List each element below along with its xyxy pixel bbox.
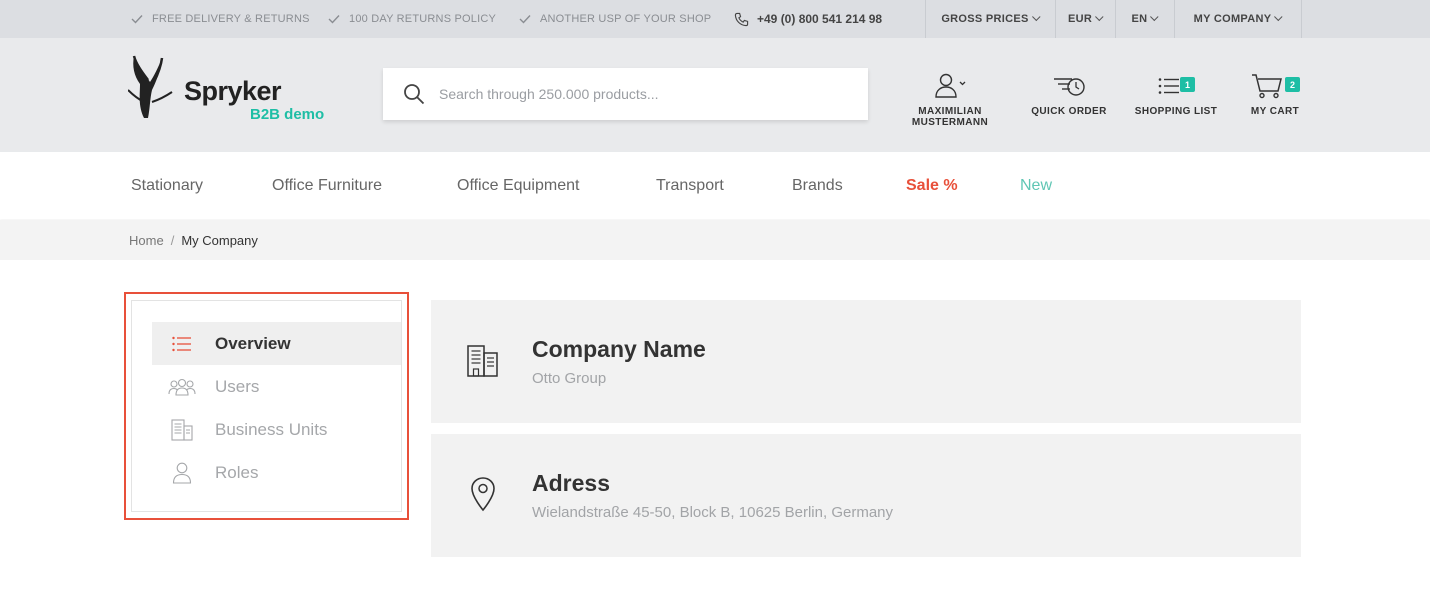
breadcrumb-home[interactable]: Home [129,233,164,248]
nav-item-office-equipment[interactable]: Office Equipment [457,152,579,219]
search-icon [404,84,425,105]
shopping-list-link[interactable]: 1 SHOPPING LIST [1131,38,1221,152]
chevron-down-icon [1150,12,1159,22]
nav-item-new[interactable]: New [1020,152,1052,219]
usp-label: FREE DELIVERY & RETURNS [152,13,310,25]
building-icon [465,344,501,383]
sidebar-item-roles[interactable]: Roles [152,451,401,494]
check-icon [328,15,340,24]
cart-label: MY CART [1250,106,1300,117]
sidebar-item-overview[interactable]: Overview [152,322,401,365]
usp-free-delivery: FREE DELIVERY & RETURNS [131,0,310,38]
logo-subtitle: B2B demo [250,106,325,123]
usp-returns-policy: 100 DAY RETURNS POLICY [328,0,496,38]
nav-item-office-furniture[interactable]: Office Furniture [272,152,382,219]
language-label: EN [1131,13,1148,25]
quick-order-icon-wrap [1052,72,1086,100]
breadcrumb-current: My Company [181,232,258,248]
chevron-down-icon [1031,12,1041,22]
user-menu[interactable]: MAXIMILIAN MUSTERMANN [905,38,995,152]
company-sidebar: Overview Users Business Units Roles [131,300,402,512]
phone-number: +49 (0) 800 541 214 98 [757,12,883,26]
building-icon [168,418,196,441]
chevron-down-icon [1274,12,1283,22]
sidebar-item-users[interactable]: Users [152,365,401,408]
user-icon [935,73,966,98]
search-bar[interactable] [383,68,868,120]
user-icon [168,462,196,484]
check-icon [519,15,531,24]
price-mode-label: GROSS PRICES [941,13,1029,25]
phone-link[interactable]: +49 (0) 800 541 214 98 [734,0,882,38]
antelope-logo-icon [128,55,173,118]
check-icon [131,15,143,24]
search-input[interactable] [439,86,839,102]
sidebar-item-business-units[interactable]: Business Units [152,408,401,451]
breadcrumb-separator: / [170,232,175,248]
header: Spryker B2B demo MAXIMILIAN MUSTERMANN Q… [0,38,1430,152]
top-bar: FREE DELIVERY & RETURNS 100 DAY RETURNS … [0,0,1430,38]
company-name-value: Otto Group [532,370,607,387]
phone-icon [734,12,749,26]
currency-label: EUR [1067,13,1093,25]
nav-item-stationary[interactable]: Stationary [131,152,203,219]
quick-order-icon [1054,78,1085,96]
logo[interactable]: Spryker B2B demo [128,54,338,124]
shopping-list-badge: 1 [1180,77,1195,92]
breadcrumb: Home / My Company [0,220,1430,260]
quick-order-link[interactable]: QUICK ORDER [1026,38,1112,152]
user-icon-wrap [932,72,968,100]
main-nav: Stationary Office Furniture Office Equip… [0,152,1430,219]
map-pin-icon [469,476,497,517]
shopping-list-label: SHOPPING LIST [1134,106,1218,117]
address-value: Wielandstraße 45-50, Block B, 10625 Berl… [532,504,894,521]
company-name-title: Company Name [532,336,706,362]
list-icon [168,336,196,352]
cart-link[interactable]: 2 MY CART [1240,38,1310,152]
usp-another: ANOTHER USP OF YOUR SHOP [519,0,711,38]
sidebar-item-label: Overview [215,333,291,353]
users-icon [168,378,196,396]
sidebar-item-label: Roles [215,462,259,482]
currency-select[interactable]: EUR [1055,0,1115,38]
shopping-list-icon-wrap: 1 [1131,72,1221,100]
price-mode-select[interactable]: GROSS PRICES [925,0,1055,38]
address-card: Adress Wielandstraße 45-50, Block B, 106… [431,434,1301,557]
sidebar-item-label: Users [215,376,260,396]
language-select[interactable]: EN [1115,0,1174,38]
company-name-card: Company Name Otto Group [431,300,1301,423]
cart-badge: 2 [1285,77,1300,92]
company-label: MY COMPANY [1193,13,1272,25]
usp-label: ANOTHER USP OF YOUR SHOP [540,13,712,25]
cart-icon [1252,74,1282,99]
logo-wordmark: Spryker [184,76,282,106]
chevron-down-icon [1095,12,1104,22]
sidebar-item-label: Business Units [215,419,328,439]
nav-item-brands[interactable]: Brands [792,152,843,219]
cart-icon-wrap: 2 [1240,72,1310,100]
list-icon [1158,78,1179,94]
quick-order-label: QUICK ORDER [1031,106,1107,117]
nav-item-sale[interactable]: Sale % [906,152,958,219]
user-name: MAXIMILIAN MUSTERMANN [911,106,989,128]
usp-label: 100 DAY RETURNS POLICY [349,13,497,25]
address-title: Adress [532,470,610,496]
nav-item-transport[interactable]: Transport [656,152,724,219]
company-select[interactable]: MY COMPANY [1174,0,1302,38]
